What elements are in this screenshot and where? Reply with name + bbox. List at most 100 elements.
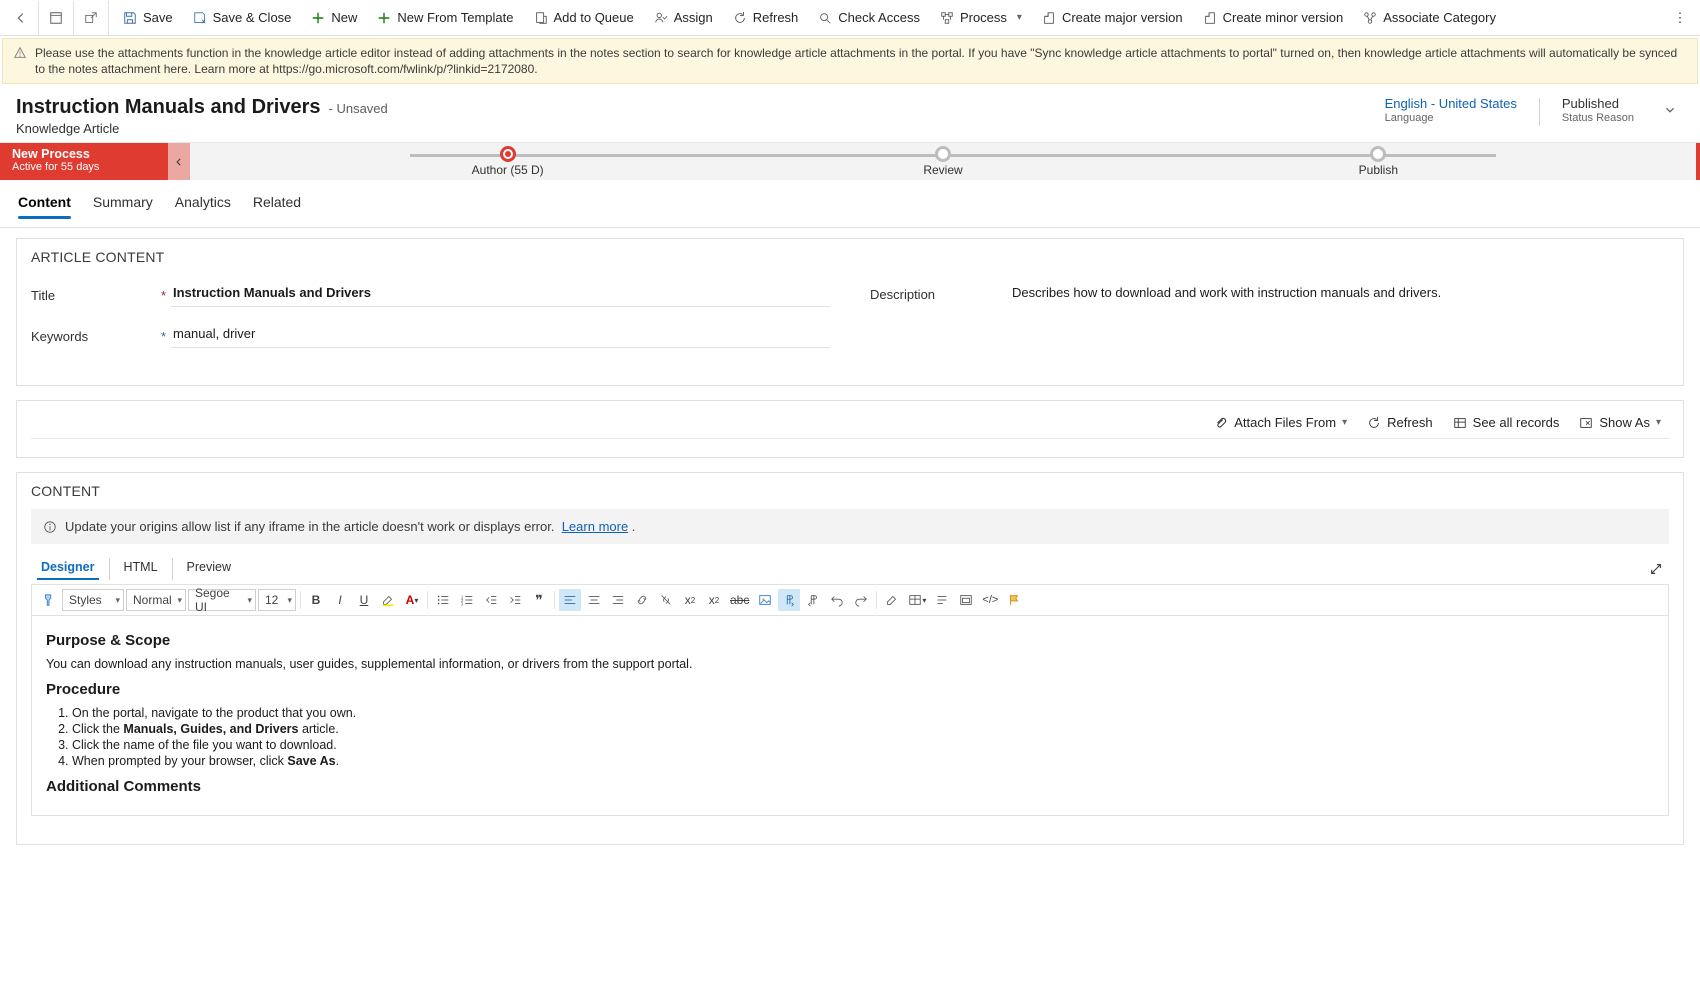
nav-icons bbox=[4, 1, 109, 35]
save-close-button[interactable]: Save & Close bbox=[183, 1, 302, 35]
table-button[interactable]: ▾ bbox=[905, 589, 929, 611]
field-label: Description bbox=[870, 287, 1000, 302]
banner-text: Update your origins allow list if any if… bbox=[65, 519, 635, 534]
create-major-button[interactable]: Create major version bbox=[1032, 1, 1193, 35]
personalization-button[interactable] bbox=[931, 589, 953, 611]
bpf-stage-publish[interactable]: Publish bbox=[1161, 146, 1596, 177]
outdent-button[interactable] bbox=[480, 589, 502, 611]
learn-more-link[interactable]: Learn more bbox=[562, 519, 628, 534]
overflow-menu-button[interactable]: ⋮ bbox=[1664, 1, 1696, 35]
flag-button[interactable] bbox=[1003, 589, 1025, 611]
entity-name: Knowledge Article bbox=[16, 121, 1385, 136]
superscript-button[interactable]: x2 bbox=[679, 589, 701, 611]
italic-button[interactable]: I bbox=[329, 589, 351, 611]
check-access-button[interactable]: Check Access bbox=[808, 1, 930, 35]
editor-tab-html[interactable]: HTML bbox=[120, 558, 162, 580]
align-right-button[interactable] bbox=[607, 589, 629, 611]
highlight-color-button[interactable] bbox=[377, 589, 399, 611]
editor-expand-button[interactable] bbox=[1649, 562, 1663, 576]
redo-button[interactable] bbox=[850, 589, 872, 611]
create-major-label: Create major version bbox=[1062, 10, 1183, 25]
attach-refresh-button[interactable]: Refresh bbox=[1367, 415, 1433, 430]
refresh-button[interactable]: Refresh bbox=[723, 1, 809, 35]
bpf-stage-author[interactable]: Author (55 D) bbox=[290, 146, 725, 177]
editor-tab-designer[interactable]: Designer bbox=[37, 558, 99, 580]
format-painter-button[interactable] bbox=[38, 589, 60, 611]
font-size-select[interactable]: 12 bbox=[258, 589, 296, 611]
heading-purpose: Purpose & Scope bbox=[46, 632, 1654, 649]
notice-text: Please use the attachments function in t… bbox=[35, 45, 1687, 77]
bpf-duration: Active for 55 days bbox=[12, 161, 156, 173]
image-button[interactable] bbox=[754, 589, 776, 611]
add-queue-button[interactable]: Add to Queue bbox=[524, 1, 644, 35]
show-as-label: Show As bbox=[1599, 415, 1650, 430]
subscript-button[interactable]: x2 bbox=[703, 589, 725, 611]
ltr-button[interactable] bbox=[778, 589, 800, 611]
header-status[interactable]: Published Status Reason bbox=[1562, 96, 1634, 124]
field-keywords[interactable]: Keywords * manual, driver bbox=[31, 316, 830, 357]
clear-format-button[interactable] bbox=[881, 589, 903, 611]
command-bar: Save Save & Close New New From Template … bbox=[0, 0, 1700, 36]
header-language[interactable]: English - United States Language bbox=[1385, 96, 1517, 124]
underline-button[interactable]: U bbox=[353, 589, 375, 611]
undo-button[interactable] bbox=[826, 589, 848, 611]
assign-button[interactable]: Assign bbox=[644, 1, 723, 35]
new-template-button[interactable]: New From Template bbox=[367, 1, 523, 35]
panel-icon[interactable] bbox=[39, 1, 73, 35]
bpf-collapse-button[interactable] bbox=[168, 143, 190, 180]
paragraph: You can download any instruction manuals… bbox=[46, 657, 1654, 671]
iframe-button[interactable] bbox=[955, 589, 977, 611]
show-as-button[interactable]: Show As ▾ bbox=[1579, 415, 1661, 430]
font-color-button[interactable]: A▾ bbox=[401, 589, 423, 611]
bpf-stage-review[interactable]: Review bbox=[725, 146, 1160, 177]
attach-files-label: Attach Files From bbox=[1234, 415, 1336, 430]
paragraph-format-select[interactable]: Normal bbox=[126, 589, 186, 611]
chevron-down-icon: ▾ bbox=[1656, 417, 1661, 428]
bpf-dot-icon bbox=[500, 146, 516, 162]
number-list-button[interactable]: 123 bbox=[456, 589, 478, 611]
tab-related[interactable]: Related bbox=[253, 188, 301, 227]
associate-category-button[interactable]: Associate Category bbox=[1353, 1, 1506, 35]
command-list: Save Save & Close New New From Template … bbox=[109, 1, 1664, 35]
process-icon bbox=[940, 11, 954, 25]
new-button[interactable]: New bbox=[301, 1, 367, 35]
field-description[interactable]: Description Describes how to download an… bbox=[870, 275, 1669, 315]
editor-tab-preview[interactable]: Preview bbox=[183, 558, 235, 580]
create-minor-button[interactable]: Create minor version bbox=[1193, 1, 1354, 35]
header-expand-button[interactable] bbox=[1656, 96, 1684, 124]
required-indicator: * bbox=[161, 288, 171, 303]
blockquote-button[interactable]: ❞ bbox=[528, 589, 550, 611]
tab-summary[interactable]: Summary bbox=[93, 188, 153, 227]
indent-button[interactable] bbox=[504, 589, 526, 611]
popout-icon[interactable] bbox=[74, 1, 108, 35]
strikethrough-button[interactable]: abc bbox=[727, 589, 752, 611]
back-button[interactable] bbox=[4, 1, 38, 35]
recommended-indicator: * bbox=[161, 329, 171, 344]
save-close-label: Save & Close bbox=[213, 10, 292, 25]
styles-select[interactable]: Styles bbox=[62, 589, 124, 611]
field-title[interactable]: Title * Instruction Manuals and Drivers bbox=[31, 275, 830, 316]
form-area: ARTICLE CONTENT Title * Instruction Manu… bbox=[0, 228, 1700, 845]
align-left-button[interactable] bbox=[559, 589, 581, 611]
paperclip-icon bbox=[1214, 416, 1228, 430]
bold-button[interactable]: B bbox=[305, 589, 327, 611]
info-icon bbox=[43, 520, 57, 534]
editor-body[interactable]: Purpose & Scope You can download any ins… bbox=[31, 616, 1669, 816]
rtl-button[interactable] bbox=[802, 589, 824, 611]
attach-files-button[interactable]: Attach Files From ▾ bbox=[1214, 415, 1347, 430]
process-button[interactable]: Process ▾ bbox=[930, 1, 1032, 35]
bpf-header[interactable]: New Process Active for 55 days bbox=[0, 143, 168, 180]
link-button[interactable] bbox=[631, 589, 653, 611]
tab-analytics[interactable]: Analytics bbox=[175, 188, 231, 227]
source-button[interactable]: </> bbox=[979, 589, 1001, 611]
bullet-list-button[interactable] bbox=[432, 589, 454, 611]
font-family-select[interactable]: Segoe UI bbox=[188, 589, 256, 611]
unlink-button[interactable] bbox=[655, 589, 677, 611]
see-all-records-button[interactable]: See all records bbox=[1453, 415, 1560, 430]
save-button[interactable]: Save bbox=[113, 1, 183, 35]
section-title: CONTENT bbox=[31, 483, 1669, 499]
align-center-button[interactable] bbox=[583, 589, 605, 611]
list-item: On the portal, navigate to the product t… bbox=[72, 706, 1654, 720]
refresh-icon bbox=[1367, 416, 1381, 430]
tab-content[interactable]: Content bbox=[18, 188, 71, 227]
